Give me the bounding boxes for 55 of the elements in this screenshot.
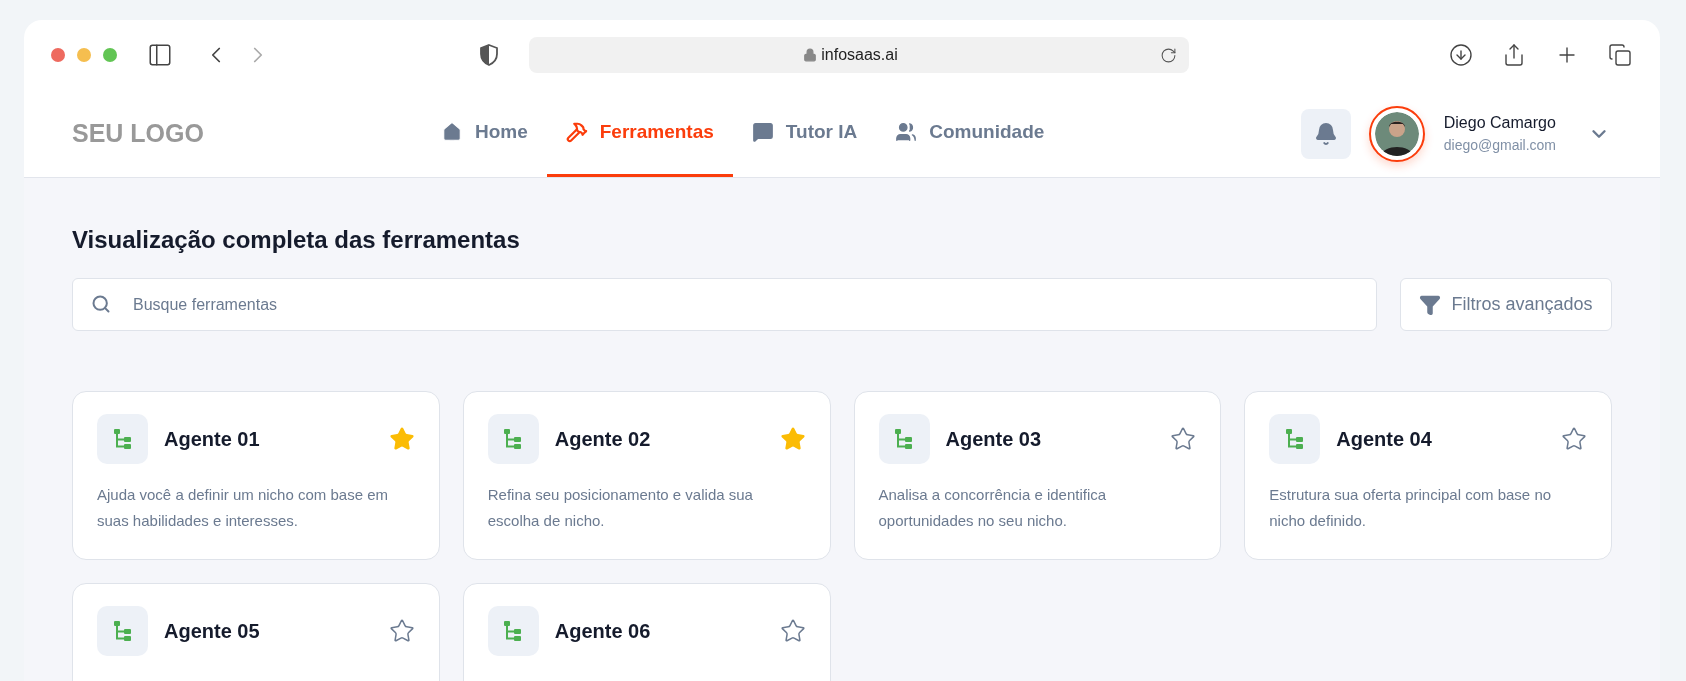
tabs-overview-icon[interactable] — [1608, 43, 1632, 67]
tool-description: Ajuda você a definir um nicho com base em suas habilidades e interesses. — [97, 485, 389, 531]
tool-card[interactable]: Agente 01 Ajuda você a definir um nicho com base em suas habilidades e interesses. — [72, 391, 440, 560]
tree-icon — [503, 620, 524, 642]
search-icon — [91, 294, 111, 314]
tool-card[interactable]: Agente 03 Analisa a concorrência e identifica oportunidades no seu nicho. — [853, 391, 1222, 560]
home-icon — [440, 121, 463, 143]
tool-description: Analisa a concorrência e identifica oportunidades no seu nicho. — [878, 485, 1108, 531]
advanced-filters-button[interactable]: Filtros avançados — [1400, 278, 1612, 331]
tool-card[interactable]: Agente 02 Refina seu posicionamento e valida sua escolha de nicho. — [462, 391, 831, 560]
star-icon[interactable] — [1561, 426, 1587, 452]
star-icon[interactable] — [388, 618, 415, 644]
bell-icon — [1313, 121, 1338, 146]
tree-icon — [112, 620, 133, 642]
star-icon[interactable] — [779, 618, 806, 644]
nav-tab[interactable]: Tutor IA — [732, 90, 877, 177]
tool-title: Agente 04 — [1336, 427, 1432, 452]
tree-icon — [894, 428, 914, 450]
star-icon[interactable] — [779, 426, 806, 452]
reload-icon[interactable] — [1160, 46, 1177, 64]
user-email: diego@gmail.com — [1443, 136, 1556, 155]
tool-description: Estrutura sua oferta principal com base no nicho definido. — [1269, 485, 1553, 531]
download-icon[interactable] — [1449, 43, 1473, 67]
users-icon — [895, 121, 918, 143]
tree-icon — [1284, 428, 1305, 450]
shield-icon[interactable] — [479, 44, 499, 66]
tool-description: Refina seu posicionamento e valida sua escolha de nicho. — [487, 485, 754, 531]
tree-icon — [503, 428, 524, 450]
tool-card[interactable]: Agente 05 — [72, 583, 440, 681]
tool-card[interactable]: Agente 04 Estrutura sua oferta principal com base no nicho definido. — [1244, 391, 1612, 560]
chat-icon — [751, 121, 774, 143]
tool-title: Agente 05 — [164, 619, 260, 644]
star-icon[interactable] — [1170, 426, 1197, 452]
tree-icon — [112, 428, 133, 450]
address-bar[interactable]: infosaas.ai — [529, 37, 1189, 73]
tool-title: Agente 03 — [945, 427, 1042, 452]
star-icon[interactable] — [388, 426, 415, 452]
hammer-icon — [565, 121, 588, 143]
tool-card[interactable]: Agente 06 — [462, 583, 831, 681]
tool-title: Agente 02 — [554, 427, 651, 452]
avatar[interactable] — [1368, 105, 1425, 162]
close-window-icon[interactable] — [51, 48, 65, 62]
nav-tab[interactable]: Home — [421, 90, 547, 177]
lock-icon — [803, 48, 818, 62]
notifications-button[interactable] — [1300, 108, 1351, 159]
user-name: Diego Camargo — [1443, 113, 1556, 133]
url-text: infosaas.ai — [821, 45, 898, 65]
tool-title: Agente 01 — [164, 427, 260, 452]
filter-icon — [1419, 293, 1442, 316]
page-title: Visualização completa das ferramentas — [72, 225, 521, 255]
sidebar-toggle-icon[interactable] — [147, 42, 173, 68]
search-field[interactable]: Busque ferramentas — [72, 278, 1377, 331]
nav-tab[interactable]: Comunidade — [876, 90, 1064, 177]
tool-title: Agente 06 — [554, 619, 651, 644]
share-icon[interactable] — [1502, 43, 1526, 67]
